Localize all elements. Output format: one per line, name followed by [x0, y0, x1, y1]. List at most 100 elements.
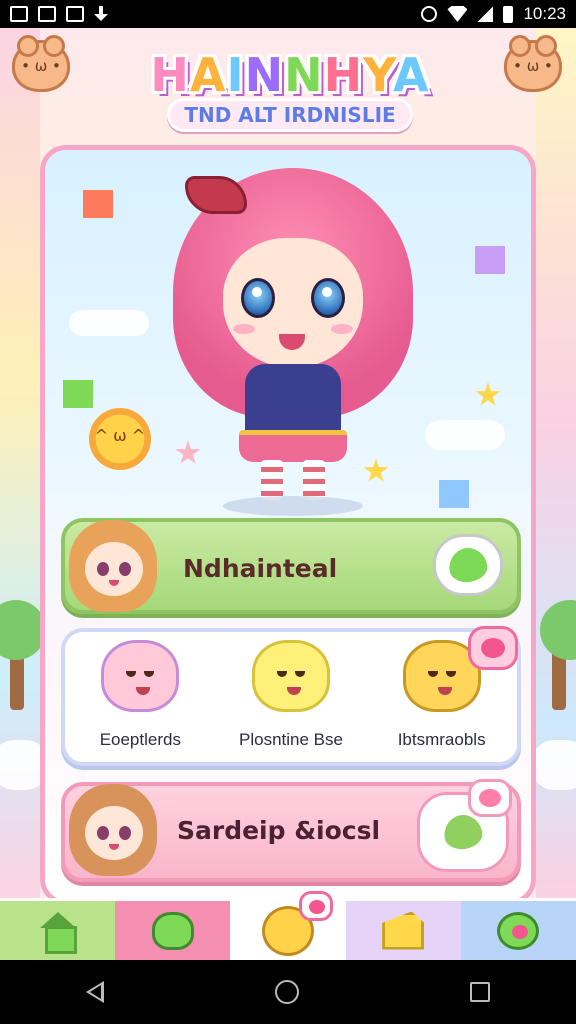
friend-eye	[445, 671, 456, 677]
yellow-blob-avatar	[251, 640, 330, 712]
pink-blob-avatar	[101, 640, 180, 712]
logo-letter: A	[189, 48, 227, 102]
girl-avatar	[63, 780, 163, 880]
avatar-face	[85, 806, 143, 860]
logo-letter: N	[284, 48, 324, 102]
green-heart-button[interactable]	[433, 534, 503, 596]
friend-name: Ibtsmraobls	[397, 730, 486, 749]
logo-subtitle: TND ALT IRDNISLIE	[167, 98, 413, 132]
friend-eye	[144, 671, 155, 677]
recent-apps-icon[interactable]	[470, 982, 491, 1002]
friend-mouth	[136, 687, 151, 695]
logo-title: HAINNHYA	[120, 48, 460, 102]
blue-heart-icon	[439, 480, 469, 508]
friend-eye	[294, 671, 305, 677]
status-bar: 10:23	[0, 0, 576, 28]
image-notification-icon	[10, 6, 28, 22]
friend-name: Plosntine Bse	[239, 730, 343, 749]
hero-leg	[261, 460, 283, 500]
friend-item[interactable]: Eoeptlerds	[70, 640, 210, 750]
pink-heart-icon	[468, 779, 512, 817]
sun-mascot: ^ ω ^	[89, 408, 151, 470]
friend-name: Eoeptlerds	[99, 730, 181, 749]
app-logo: HAINNHYA TND ALT IRDNISLIE	[120, 48, 460, 132]
logo-letter: Y	[363, 48, 394, 102]
tab-friends[interactable]	[115, 901, 231, 960]
back-icon[interactable]	[85, 981, 104, 1003]
blush	[233, 324, 255, 334]
hero-skirt	[239, 430, 347, 462]
logo-letter: I	[226, 48, 245, 102]
system-navigation-bar	[0, 960, 576, 1024]
cloud	[69, 310, 149, 336]
mouth	[279, 334, 305, 350]
green-heart-icon	[446, 545, 490, 585]
cloud-right	[530, 740, 576, 790]
avatar-eye	[97, 562, 109, 576]
social-card[interactable]: Sardeip &iocsl	[61, 779, 521, 882]
green-heart-icon	[441, 812, 485, 852]
green-heart-icon	[63, 380, 93, 408]
friends-list: Eoeptlerds Plosntine Bse Ibtsmraobls	[65, 626, 518, 750]
system-icons: 10:23	[421, 4, 566, 24]
avatar-face	[85, 542, 143, 596]
home-circle-icon[interactable]	[274, 980, 299, 1004]
home-icon	[37, 911, 79, 954]
bottom-tab-bar	[0, 890, 576, 960]
avatar-eye	[119, 826, 131, 840]
signal-icon	[477, 6, 494, 22]
social-card-label: Sardeip &iocsl	[177, 816, 381, 845]
cheese-icon	[382, 911, 425, 950]
left-eye	[241, 278, 275, 318]
logo-letter: H	[323, 48, 364, 102]
chat-hearts-button[interactable]	[417, 779, 512, 872]
hero-face	[223, 238, 363, 368]
friend-mouth	[286, 687, 301, 695]
download-icon	[94, 6, 108, 22]
friend-item[interactable]: Ibtsmraobls	[372, 626, 518, 750]
friend-eye	[126, 671, 137, 677]
bear-mascot-left: • ω •	[12, 35, 70, 92]
heart-pin-icon[interactable]	[467, 626, 518, 670]
friend-eye	[427, 671, 438, 677]
wifi-icon	[447, 6, 468, 22]
logo-letter: N	[244, 48, 285, 102]
friend-mouth	[437, 687, 452, 695]
main-card-label: Ndhainteal	[183, 554, 338, 583]
tab-center[interactable]	[230, 890, 346, 960]
notification-icons	[10, 6, 108, 22]
tab-home[interactable]	[0, 901, 116, 960]
hero-character[interactable]	[173, 168, 413, 516]
main-panel: ^ ω ^ Ndhainteal Eoeptlerds Plosntine Bs…	[40, 145, 536, 905]
friends-card: Eoeptlerds Plosntine Bse Ibtsmraobls	[61, 626, 521, 766]
battery-icon	[503, 5, 514, 23]
tab-snacks[interactable]	[345, 901, 461, 960]
frog-icon	[151, 911, 194, 950]
tab-pets[interactable]	[460, 901, 576, 960]
logo-letter: A	[393, 48, 430, 102]
cat-girl-avatar	[63, 516, 163, 616]
bear-mascot-right: • ω •	[504, 35, 562, 92]
friend-item[interactable]: Plosntine Bse	[221, 640, 361, 750]
smile-heart-icon	[262, 890, 333, 956]
blush	[331, 324, 353, 334]
purple-heart-icon	[475, 246, 505, 274]
sun-face-icon: ^ ω ^	[94, 426, 146, 445]
hanging-heart-icon	[83, 190, 113, 218]
avatar-mouth	[109, 580, 119, 586]
clock: 10:23	[523, 4, 566, 23]
bear-face-icon: • ω •	[513, 57, 553, 75]
heart-badge-icon	[299, 890, 333, 921]
bug-icon	[497, 911, 540, 950]
cloud	[425, 420, 505, 450]
friend-eye	[276, 671, 287, 677]
hero-leg	[303, 460, 325, 500]
avatar-eye	[97, 826, 109, 840]
hero-shadow	[223, 496, 363, 516]
bear-face-icon: • ω •	[21, 57, 61, 75]
right-eye	[311, 278, 345, 318]
star-icon	[475, 382, 501, 406]
main-profile-card[interactable]: Ndhainteal	[61, 518, 521, 614]
alarm-icon	[421, 6, 438, 22]
avatar-mouth	[109, 844, 119, 850]
